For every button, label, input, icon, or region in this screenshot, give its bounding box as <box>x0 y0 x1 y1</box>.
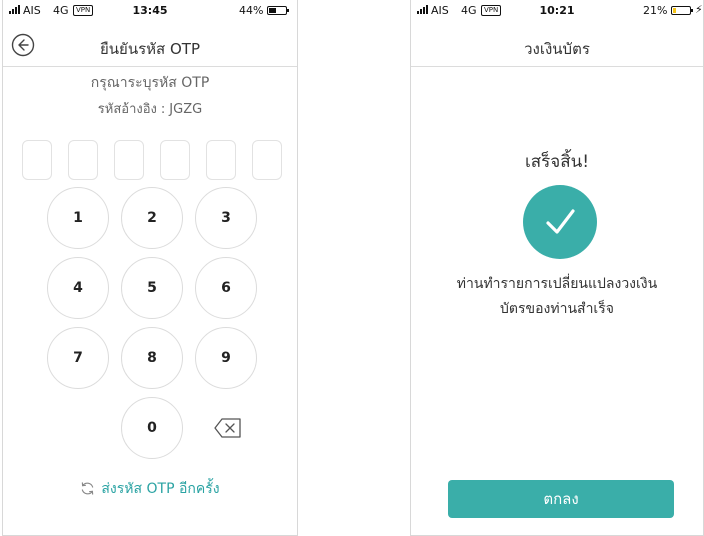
refresh-icon <box>82 482 94 495</box>
keypad-key-8[interactable]: 8 <box>121 327 183 389</box>
status-bar: AIS 4G VPN 10:21 21% ⚡ <box>411 0 703 24</box>
keypad-key-0[interactable]: 0 <box>121 397 183 459</box>
battery-percent: 44% <box>239 4 264 17</box>
header-bar: วงเงินบัตร <box>411 26 703 67</box>
checkmark-icon <box>546 209 575 234</box>
success-message-line2: บัตรของท่านสำเร็จ <box>500 301 614 317</box>
success-badge <box>523 185 597 259</box>
keypad-key-2[interactable]: 2 <box>121 187 183 249</box>
keypad-key-4[interactable]: 4 <box>47 257 109 319</box>
backspace-button[interactable] <box>213 417 243 439</box>
keypad-key-3[interactable]: 3 <box>195 187 257 249</box>
page-title: ยืนยันรหัส OTP <box>100 40 200 58</box>
status-bar: AIS 4G VPN 13:45 44% <box>3 0 297 24</box>
ok-button[interactable]: ตกลง <box>448 480 674 518</box>
reference-label: รหัสอ้างอิง <box>97 102 157 117</box>
reference-separator: : <box>160 102 166 117</box>
success-message-line1: ท่านทำรายการเปลี่ยนแปลงวงเงิน <box>456 276 658 292</box>
otp-digit-box[interactable] <box>206 140 236 180</box>
otp-screen: AIS 4G VPN 13:45 44% ยืนยันรหัส OTP กรุณ… <box>2 0 298 536</box>
page-title: วงเงินบัตร <box>524 40 590 58</box>
charging-bolt-icon: ⚡ <box>695 3 703 16</box>
otp-input-row <box>22 140 282 180</box>
success-message: ท่านทำรายการเปลี่ยนแปลงวงเงิน บัตรของท่า… <box>411 272 703 322</box>
header-bar: ยืนยันรหัส OTP <box>3 26 297 67</box>
battery-icon <box>671 6 693 15</box>
battery-percent: 21% <box>643 4 668 17</box>
battery-icon <box>267 6 289 15</box>
resend-otp-link[interactable]: ส่งรหัส OTP อีกครั้ง <box>3 478 297 500</box>
otp-digit-box[interactable] <box>160 140 190 180</box>
keypad-key-1[interactable]: 1 <box>47 187 109 249</box>
success-title: เสร็จสิ้น! <box>524 152 590 172</box>
resend-label: ส่งรหัส OTP อีกครั้ง <box>101 481 220 497</box>
otp-digit-box[interactable] <box>114 140 144 180</box>
keypad-key-7[interactable]: 7 <box>47 327 109 389</box>
reference-value: JGZG <box>169 102 203 117</box>
backspace-icon <box>214 418 241 438</box>
keypad-key-6[interactable]: 6 <box>195 257 257 319</box>
otp-prompt: กรุณาระบุรหัส OTP <box>90 75 210 91</box>
reference-code: รหัสอ้างอิง: JGZG <box>3 98 297 119</box>
keypad-key-9[interactable]: 9 <box>195 327 257 389</box>
otp-digit-box[interactable] <box>22 140 52 180</box>
success-screen: AIS 4G VPN 10:21 21% ⚡ วงเงินบัตร เสร็จส… <box>410 0 704 536</box>
otp-digit-box[interactable] <box>252 140 282 180</box>
keypad-key-5[interactable]: 5 <box>121 257 183 319</box>
otp-digit-box[interactable] <box>68 140 98 180</box>
